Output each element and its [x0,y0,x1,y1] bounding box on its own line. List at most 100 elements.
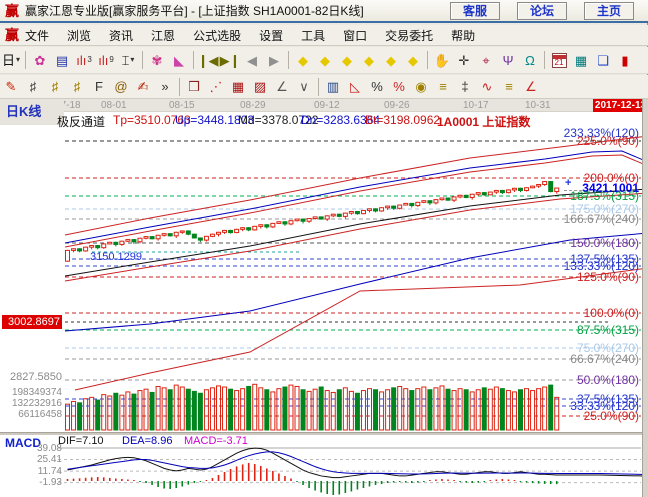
toolbar-separator [25,51,26,69]
percent-ruler-icon[interactable]: ▥ [322,76,344,97]
macd-scale-4: -1.93 [0,477,62,488]
percent-lines-icon[interactable]: % [388,76,410,97]
gann-angle-icon-1[interactable]: ◆ [292,50,314,71]
toolbar-separator [288,51,289,69]
scribble-chart-icon[interactable]: ✿ [29,50,51,71]
purple-tool-icon-glyph: Ψ [503,54,514,67]
spiral-icon[interactable]: @ [110,76,132,97]
cyan-tool-icon[interactable]: Ω [519,50,541,71]
menu-tools[interactable]: 工具 [301,27,325,44]
percent-icon[interactable]: % [366,76,388,97]
next-page-icon[interactable]: ▶ [263,50,285,71]
price-brush-icon[interactable]: ‡ [454,76,476,97]
zoom-tool-icon[interactable]: ⌖ [475,50,497,71]
notes-icon[interactable]: ▤ [51,50,73,71]
home-button[interactable]: 主页 [584,2,634,20]
macd-value: MACD=-3.71 [184,435,248,447]
price-scale-label: 2827.5850 [0,371,62,383]
macd-dif-value: DIF=7.10 [58,435,104,447]
toolbar-separator [179,78,180,96]
calculator-icon[interactable]: ▦ [570,50,592,71]
gann-angle-icon-1-glyph: ◆ [298,54,308,67]
calendar-icon[interactable]: 21 [548,50,570,71]
app-logo: 赢 [5,1,19,21]
more-tools-chevron-glyph: » [161,80,168,93]
forum-button[interactable]: 论坛 [517,2,567,20]
wave-icon-glyph: ∿ [482,80,493,93]
menu-formula-picker[interactable]: 公式选股 [193,27,241,44]
gann-angle-icon-2[interactable]: ◆ [314,50,336,71]
start-price-label: 3150.1299 [90,251,142,263]
percent-triangle-icon[interactable]: ◺ [344,76,366,97]
macd-scale-2: 25.41 [0,454,62,465]
wave-icon[interactable]: ∿ [476,76,498,97]
gann-figure-icon[interactable]: ✾ [146,50,168,71]
menu-file[interactable]: 文件 [25,27,49,44]
gold-grid2-icon[interactable]: ♯ [66,76,88,97]
brush-tool-icon[interactable]: ✎ [0,76,22,97]
volume-scale-1: 198349374 [0,387,62,398]
ray-grid-icon[interactable]: ▨ [249,76,271,97]
fan-lines-icon[interactable]: ⋰ [205,76,227,97]
volume-scale-3: 66116458 [0,409,62,420]
kline-3-icon[interactable]: ılı3 [73,50,95,71]
spiral-icon-glyph: @ [114,80,127,93]
gann-angle-icon-5[interactable]: ◆ [380,50,402,71]
toolbar-separator [193,51,194,69]
candle-style-button[interactable]: ⌶▾ [117,50,139,71]
gold-grid-icon[interactable]: ♯ [44,76,66,97]
gold-level-icon[interactable]: ≡ [498,76,520,97]
angle-lines-icon[interactable]: ∠ [271,76,293,97]
fibonacci-icon[interactable]: F [88,76,110,97]
angle-tool-icon[interactable]: ∠ [520,76,542,97]
price-brush-icon-glyph: ‡ [461,80,468,93]
menu-settings[interactable]: 设置 [259,27,283,44]
menu-window[interactable]: 窗口 [343,27,367,44]
percent-level-label: 166.67%(240) [564,212,639,226]
red-panel-icon[interactable]: ▮ [614,50,636,71]
measure-brush-icon[interactable]: ✍ [132,76,154,97]
percent-level-label: 187.5%(315) [570,189,639,203]
filled-grid-icon-glyph: ▦ [232,80,244,93]
service-button[interactable]: 客服 [450,2,500,20]
gann-angle-icon-6-glyph: ◆ [408,54,418,67]
gann-angle-icon-6[interactable]: ◆ [402,50,424,71]
filled-grid-icon[interactable]: ▦ [227,76,249,97]
purple-tool-icon[interactable]: Ψ [497,50,519,71]
gann-angle-icon-3-glyph: ◆ [342,54,352,67]
period-day-button[interactable]: 日▾ [0,50,22,71]
notes-icon-glyph: ▤ [56,54,68,67]
crosshair-tool-icon-glyph: ✛ [459,54,470,67]
prev-page-icon[interactable]: ◀ [241,50,263,71]
gann-angle-icon-4[interactable]: ◆ [358,50,380,71]
box-tool-icon[interactable]: ❒ [183,76,205,97]
grid-tool-icon[interactable]: ♯ [22,76,44,97]
gann-angle-icon-3[interactable]: ◆ [336,50,358,71]
scribble-chart-icon-glyph: ✿ [35,54,46,67]
hand-tool-icon[interactable]: ✋ [431,50,453,71]
first-page-icon[interactable]: ❙◀ [197,50,219,71]
trend-flag-icon[interactable]: ◣ [168,50,190,71]
vertical-scrollbar[interactable] [642,99,648,497]
menu-trade[interactable]: 交易委托 [385,27,433,44]
menu-gann[interactable]: 江恩 [151,27,175,44]
vee-lines-icon-glyph: ∨ [299,80,309,93]
crosshair-tool-icon[interactable]: ✛ [453,50,475,71]
menu-news[interactable]: 资讯 [109,27,133,44]
notepad-icon-glyph: ❏ [597,54,609,67]
percent-triangle-icon-glyph: ◺ [350,80,360,93]
menu-help[interactable]: 帮助 [451,27,475,44]
kline-9-icon[interactable]: ılı9 [95,50,117,71]
gold-lines-icon[interactable]: ≡ [432,76,454,97]
more-tools-chevron[interactable]: » [154,76,176,97]
candle-style-button-glyph: ⌶ [122,54,130,67]
volume-scale-2: 132232916 [0,398,62,409]
notepad-icon[interactable]: ❏ [592,50,614,71]
menu-browse[interactable]: 浏览 [67,27,91,44]
vee-lines-icon[interactable]: ∨ [293,76,315,97]
title-bar: 赢 赢家江恩专业版[赢家服务平台] - [上证指数 SH1A0001-82日K线… [0,0,648,23]
gold-level-icon-glyph: ≡ [505,80,513,93]
last-page-icon[interactable]: ▶❙ [219,50,241,71]
gold-circle-icon[interactable]: ◉ [410,76,432,97]
kline-chart-canvas [0,99,648,432]
